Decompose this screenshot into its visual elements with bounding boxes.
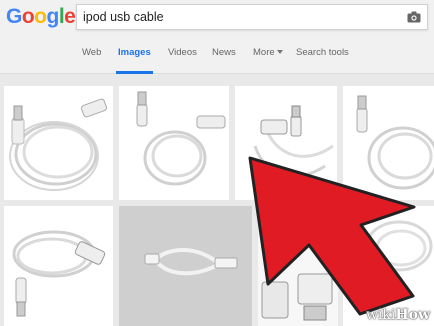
tab-news[interactable]: News — [212, 46, 236, 74]
usb-cable-image — [12, 230, 106, 317]
tab-label: News — [212, 47, 236, 58]
page: Google Web Images Videos News More Searc… — [0, 0, 434, 326]
wikihow-watermark: wikiHow — [366, 307, 430, 323]
watermark-suffix: How — [395, 307, 430, 323]
logo-letter: e — [64, 5, 76, 28]
image-result[interactable] — [343, 86, 434, 200]
tab-search-tools[interactable]: Search tools — [296, 46, 349, 74]
tab-videos[interactable]: Videos — [168, 46, 197, 74]
image-result[interactable] — [4, 206, 113, 326]
usb-cable-image — [356, 95, 434, 190]
logo-letter: G — [6, 5, 22, 28]
image-result[interactable] — [119, 206, 252, 326]
logo-letter: o — [34, 5, 47, 28]
logo-letter: g — [46, 5, 60, 28]
usb-cable-image — [258, 206, 338, 326]
search-tabs: Web Images Videos News More Search tools — [0, 46, 434, 74]
image-result[interactable] — [4, 86, 113, 200]
google-logo[interactable]: Google — [6, 5, 76, 29]
tab-images[interactable]: Images — [116, 46, 153, 74]
image-results-grid — [0, 74, 434, 326]
tab-more[interactable]: More — [253, 46, 283, 74]
usb-cable-image — [9, 98, 107, 191]
usb-cable-image — [136, 91, 226, 186]
tab-label: More — [253, 47, 275, 58]
chevron-down-icon — [276, 50, 283, 55]
usb-cable-image — [253, 105, 334, 178]
tab-label: Videos — [168, 47, 197, 58]
camera-icon[interactable] — [407, 11, 421, 23]
tab-web[interactable]: Web — [82, 46, 101, 74]
image-result[interactable] — [119, 86, 229, 200]
tab-label: Images — [118, 47, 151, 58]
watermark-prefix: wiki — [365, 307, 396, 323]
tab-label: Web — [82, 47, 102, 58]
search-input[interactable] — [83, 8, 393, 26]
usb-cable-image — [119, 206, 252, 326]
tab-label: Search tools — [296, 47, 349, 58]
image-result[interactable] — [258, 206, 338, 326]
search-header: Google Web Images Videos News More Searc… — [0, 0, 434, 74]
image-result[interactable] — [235, 86, 337, 200]
search-box[interactable] — [76, 4, 428, 30]
logo-letter: o — [21, 5, 35, 28]
